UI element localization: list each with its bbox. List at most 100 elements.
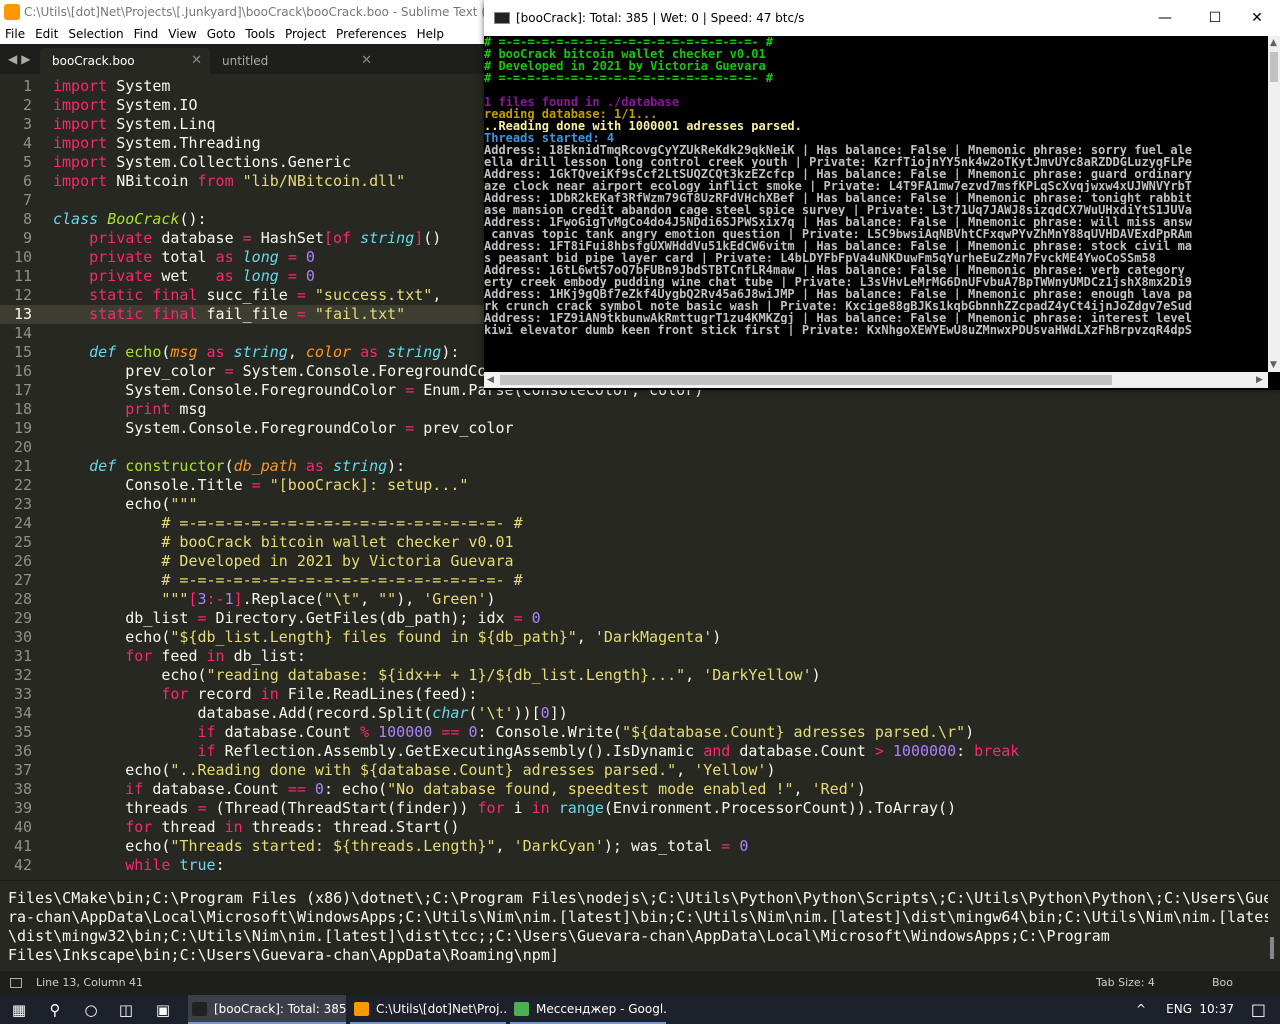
menu-edit[interactable]: Edit — [30, 24, 63, 44]
code-line[interactable]: 38 if database.Count == 0: echo("No data… — [0, 780, 1280, 799]
minimize-button[interactable]: — — [1142, 0, 1188, 36]
menu-goto[interactable]: Goto — [202, 24, 241, 44]
tab-close-icon[interactable]: ✕ — [191, 48, 202, 74]
code-text: import System.Collections.Generic — [53, 153, 352, 171]
taskbar-app-button[interactable]: [booCrack]: Total: 385... — [188, 995, 346, 1024]
code-line[interactable]: 30 echo("${db_list.Length} files found i… — [0, 628, 1280, 647]
code-line[interactable]: 31 for feed in db_list: — [0, 647, 1280, 666]
taskbar-app-button[interactable]: Мессенджер - Googl... — [510, 995, 666, 1024]
code-line[interactable]: 23 echo(""" — [0, 495, 1280, 514]
console-line: ella drill lesson long control creek you… — [484, 156, 1193, 168]
code-text: while true: — [125, 856, 225, 874]
code-text: System.Console.ForegroundColor = prev_co… — [53, 419, 514, 437]
line-number: 5 — [22, 153, 32, 171]
code-line[interactable]: 29 db_list = Directory.GetFiles(db_path)… — [0, 609, 1280, 628]
code-line[interactable]: 33 for record in File.ReadLines(feed): — [0, 685, 1280, 704]
menu-help[interactable]: Help — [412, 24, 449, 44]
line-number: 40 — [13, 818, 32, 836]
task-view-icon[interactable]: ◫ — [115, 999, 137, 1021]
taskbar-app-icon — [192, 1002, 207, 1016]
console-line: aze clock near airport ecology inflict s… — [484, 180, 1193, 192]
code-line[interactable]: 25 # booCrack bitcoin wallet checker v0.… — [0, 533, 1280, 552]
code-line[interactable]: 18 print msg — [0, 400, 1280, 419]
output-scrollbar[interactable] — [1270, 937, 1274, 959]
code-line[interactable]: 36 if Reflection.Assembly.GetExecutingAs… — [0, 742, 1280, 761]
menu-preferences[interactable]: Preferences — [331, 24, 412, 44]
console-vscroll-thumb[interactable] — [1270, 52, 1278, 82]
editor-tab[interactable]: booCrack.boo ✕ — [40, 48, 210, 74]
console-vertical-scrollbar[interactable]: ▲ ▼ — [1268, 36, 1280, 372]
taskbar-app-button[interactable]: C:\Utils\[dot]Net\Proj... — [350, 995, 506, 1024]
editor-tab[interactable]: untitled ✕ — [210, 48, 380, 74]
code-line[interactable]: 28 """[3:-1].Replace("\t", ""), 'Green') — [0, 590, 1280, 609]
cortana-icon[interactable]: ○ — [80, 999, 102, 1021]
tray-chevron-icon[interactable]: ^ — [1136, 995, 1146, 1024]
code-line[interactable]: 27 # =-=-=-=-=-=-=-=-=-=-=-=-=-=-=-=-=-=… — [0, 571, 1280, 590]
console-line: s peasant bid pipe layer card | Private:… — [484, 252, 1156, 264]
sublime-statusbar: Line 13, Column 41 Tab Size: 4 Boo — [0, 971, 1280, 995]
code-line[interactable]: 19 System.Console.ForegroundColor = prev… — [0, 419, 1280, 438]
tab-nav-arrows-icon[interactable]: ◀▶ — [8, 44, 34, 74]
line-number: 42 — [13, 856, 32, 874]
code-line[interactable]: 34 database.Add(record.Split(char('\t'))… — [0, 704, 1280, 723]
console-line: # booCrack bitcoin wallet checker v0.01 — [484, 48, 766, 60]
pinned-app-icon[interactable]: ▣ — [152, 999, 174, 1021]
code-text: class BooCrack(): — [53, 210, 207, 228]
tab-size-indicator[interactable]: Tab Size: 4 — [1096, 971, 1155, 995]
panel-toggle-icon[interactable] — [10, 978, 22, 988]
console-output[interactable]: # =-=-=-=-=-=-=-=-=-=-=-=-=-=-=-=-=-=- #… — [484, 36, 1268, 372]
syntax-indicator[interactable]: Boo — [1212, 971, 1233, 995]
console-horizontal-scrollbar[interactable]: ◀ ▶ — [484, 372, 1268, 388]
line-number: 3 — [22, 115, 32, 133]
code-text: # =-=-=-=-=-=-=-=-=-=-=-=-=-=-=-=-=-=- # — [53, 571, 523, 589]
code-line[interactable]: 24 # =-=-=-=-=-=-=-=-=-=-=-=-=-=-=-=-=-=… — [0, 514, 1280, 533]
line-number: 1 — [22, 77, 32, 95]
code-line[interactable]: 35 if database.Count % 100000 == 0: Cons… — [0, 723, 1280, 742]
menu-file[interactable]: File — [0, 24, 30, 44]
menu-tools[interactable]: Tools — [240, 24, 280, 44]
maximize-button[interactable]: ☐ — [1192, 0, 1238, 36]
console-line: Address: 1GkTQveiKf9sCcf2LtSUQZCQt3kzEZc… — [484, 168, 1193, 180]
code-text: """[3:-1].Replace("\t", ""), 'Green') — [53, 590, 496, 608]
code-line[interactable]: 22 Console.Title = "[booCrack]: setup...… — [0, 476, 1280, 495]
scroll-down-icon[interactable]: ▼ — [1270, 360, 1277, 370]
search-icon[interactable]: ⚲ — [44, 999, 66, 1021]
console-line: Address: 1FZ9iAN9tkbunwAkRmttugrT1zu4KMK… — [484, 312, 1193, 324]
code-line[interactable]: 26 # Developed in 2021 by Victoria Gueva… — [0, 552, 1280, 571]
console-line: Address: 16tL6wtS7oQ7bFUBn9JbdSTBTCnfLR4… — [484, 264, 1185, 276]
code-text: if database.Count == 0: echo("No databas… — [125, 780, 866, 798]
line-number: 2 — [22, 96, 32, 114]
line-number: 17 — [13, 381, 32, 399]
code-line[interactable]: 42 while true: — [0, 856, 1280, 875]
close-button[interactable]: ✕ — [1234, 0, 1280, 36]
menu-view[interactable]: View — [163, 24, 201, 44]
console-line: Address: 1FT8iFui8hbsfgUXWHddVu51kEdCW6v… — [484, 240, 1193, 252]
menu-find[interactable]: Find — [129, 24, 164, 44]
console-hscroll-thumb[interactable] — [500, 375, 1112, 385]
code-text: Console.Title = "[booCrack]: setup..." — [53, 476, 469, 494]
windows-start-icon[interactable]: ▦ — [8, 999, 30, 1021]
cursor-position[interactable]: Line 13, Column 41 — [36, 971, 143, 995]
line-number: 12 — [13, 286, 32, 304]
code-line[interactable]: 40 for thread in threads: thread.Start() — [0, 818, 1280, 837]
code-line[interactable]: 20 — [0, 438, 1280, 457]
code-text: echo("Threads started: ${threads.Length}… — [53, 837, 749, 855]
scroll-up-icon[interactable]: ▲ — [1270, 38, 1277, 48]
code-line[interactable]: 39 threads = (Thread(ThreadStart(finder)… — [0, 799, 1280, 818]
scroll-left-icon[interactable]: ◀ — [487, 375, 494, 385]
menu-project[interactable]: Project — [280, 24, 331, 44]
scroll-right-icon[interactable]: ▶ — [1256, 375, 1263, 385]
sublime-app-icon — [4, 4, 20, 20]
code-line[interactable]: 32 echo("reading database: ${idx++ + 1}/… — [0, 666, 1280, 685]
line-number: 35 — [13, 723, 32, 741]
console-titlebar: [booCrack]: Total: 385 | Wet: 0 | Speed:… — [484, 0, 1280, 36]
keyboard-language[interactable]: ENG — [1166, 995, 1192, 1024]
console-app-icon — [494, 12, 510, 24]
clock[interactable]: 10:37 — [1199, 995, 1234, 1024]
notifications-icon[interactable]: □ — [1251, 995, 1266, 1024]
code-line[interactable]: 37 echo("..Reading done with ${database.… — [0, 761, 1280, 780]
code-line[interactable]: 21 def constructor(db_path as string): — [0, 457, 1280, 476]
tab-close-icon[interactable]: ✕ — [361, 48, 372, 74]
code-line[interactable]: 41 echo("Threads started: ${threads.Leng… — [0, 837, 1280, 856]
menu-selection[interactable]: Selection — [63, 24, 128, 44]
